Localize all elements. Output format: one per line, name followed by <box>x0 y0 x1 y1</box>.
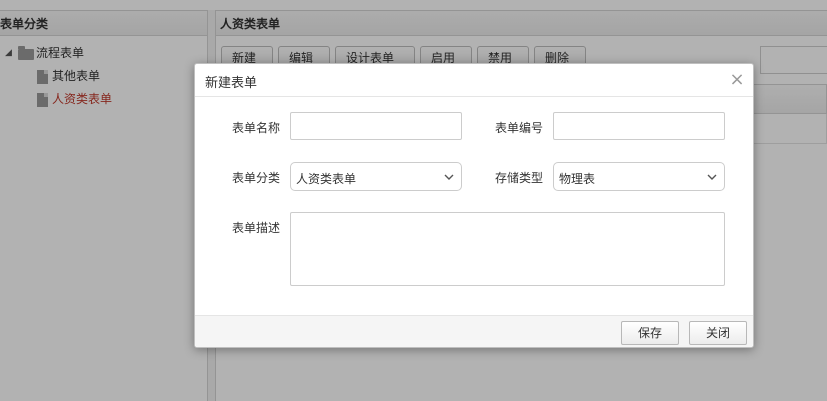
storage-type-label: 存储类型 <box>494 171 543 185</box>
chevron-down-icon <box>707 174 717 180</box>
dialog-footer: 保存 关闭 <box>195 315 753 347</box>
dialog-header: 新建表单 × <box>195 64 753 97</box>
form-name-label: 表单名称 <box>231 121 280 135</box>
save-button[interactable]: 保存 <box>621 321 679 345</box>
description-textarea[interactable] <box>290 212 725 286</box>
close-icon[interactable]: × <box>728 71 746 89</box>
form-category-value: 人资类表单 <box>296 172 357 186</box>
form-category-label: 表单分类 <box>231 171 280 185</box>
form-code-label: 表单编号 <box>494 121 543 135</box>
storage-type-select[interactable]: 物理表 <box>553 162 725 191</box>
close-button[interactable]: 关闭 <box>689 321 747 345</box>
new-form-dialog: 新建表单 × 表单名称 表单编号 表单分类 人资类表单 存储类型 物理表 表单描… <box>194 63 754 348</box>
storage-type-value: 物理表 <box>559 172 596 186</box>
form-category-select[interactable]: 人资类表单 <box>290 162 462 191</box>
form-code-input[interactable] <box>553 112 725 140</box>
dialog-title: 新建表单 <box>205 76 258 91</box>
form-name-input[interactable] <box>290 112 462 140</box>
description-label: 表单描述 <box>231 221 280 235</box>
chevron-down-icon <box>444 174 454 180</box>
